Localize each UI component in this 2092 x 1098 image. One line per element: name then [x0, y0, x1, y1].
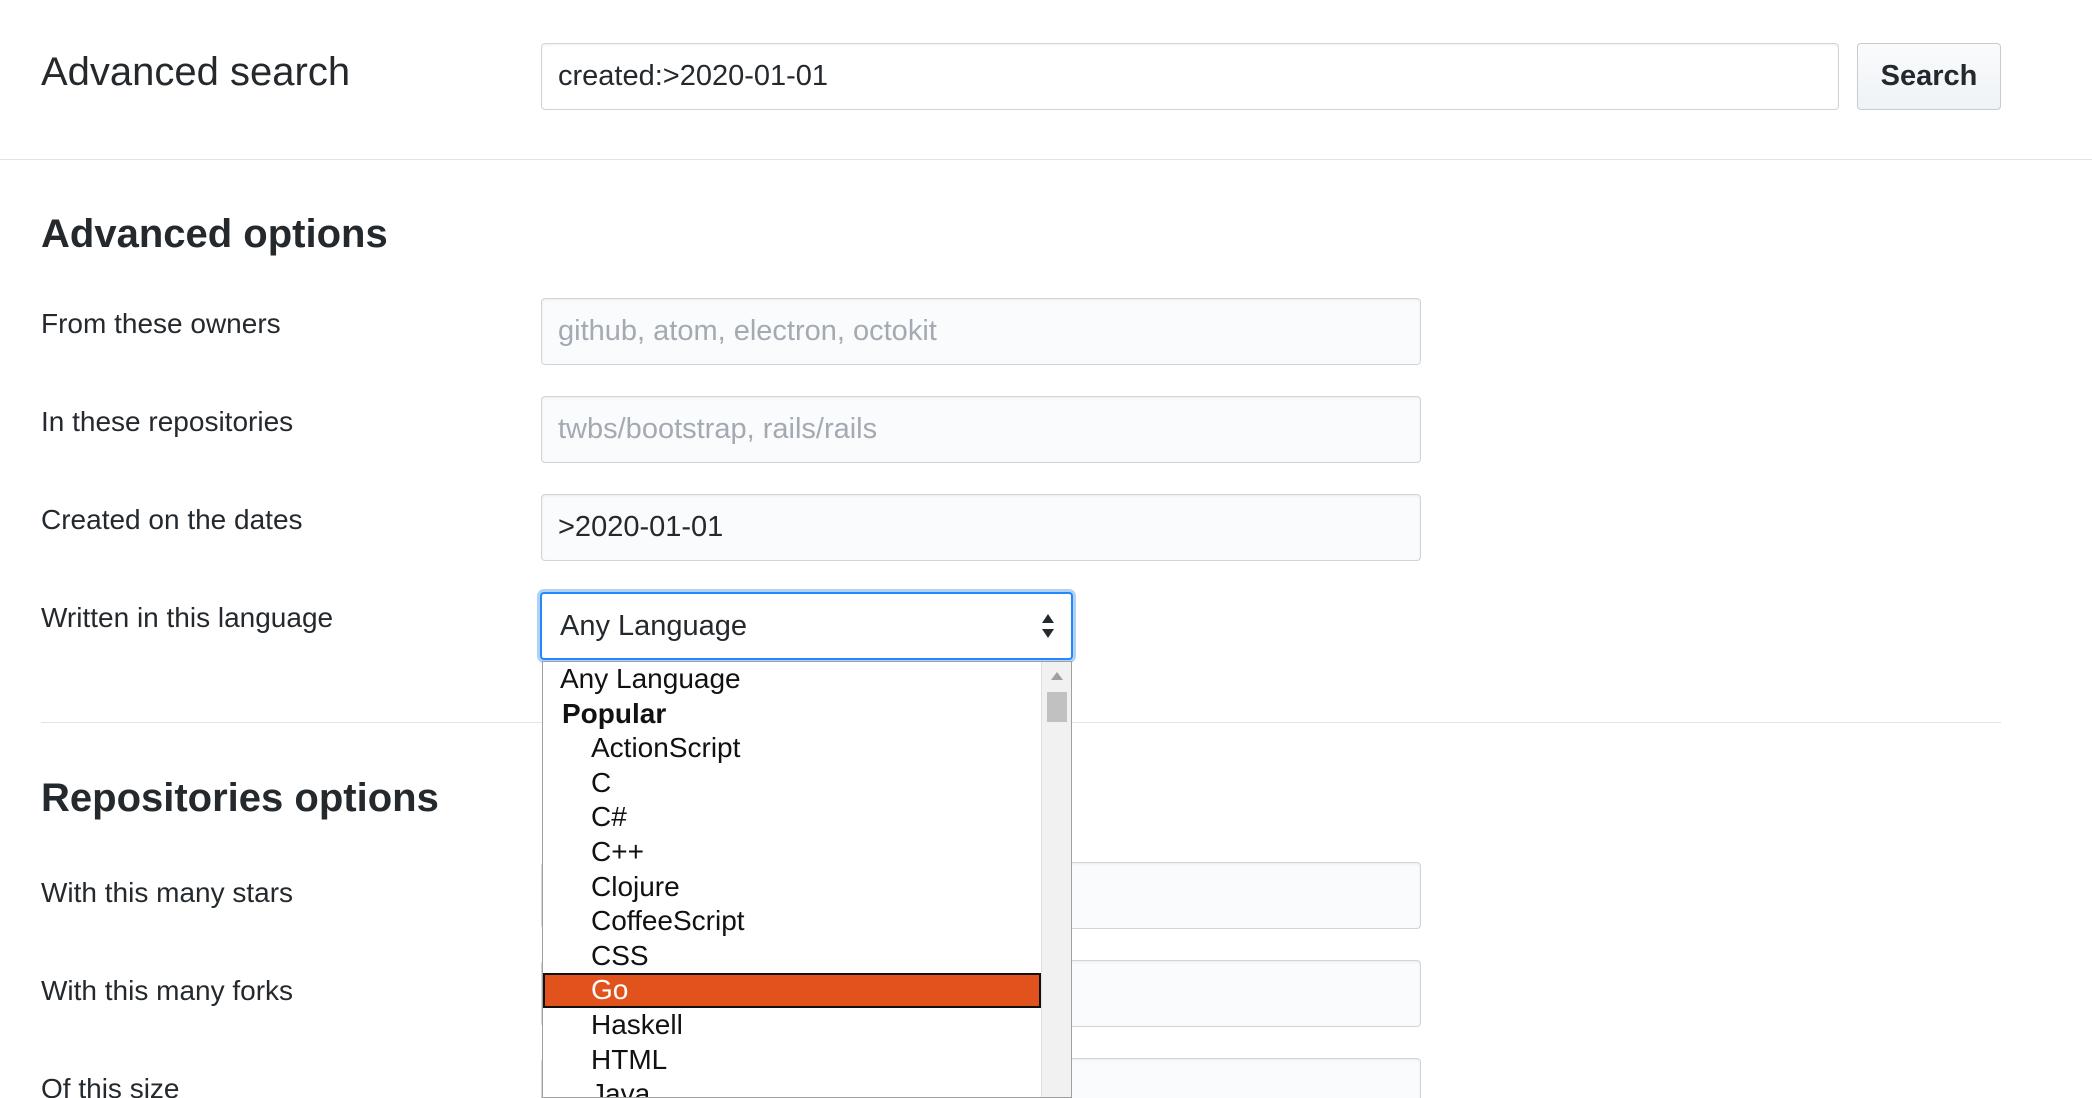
option-language-highlighted[interactable]: Go — [543, 973, 1041, 1008]
search-header: Advanced search Search — [0, 0, 2092, 160]
option-language[interactable]: C++ — [543, 835, 1041, 870]
repositories-input[interactable] — [541, 396, 1421, 463]
option-language[interactable]: ActionScript — [543, 731, 1041, 766]
option-group-popular: Popular — [562, 697, 667, 729]
option-language[interactable]: CoffeeScript — [543, 904, 1041, 939]
advanced-options-title: Advanced options — [41, 212, 388, 256]
language-dropdown-list[interactable]: Any Language Popular ActionScript C C# C… — [542, 661, 1072, 1098]
dates-label: Created on the dates — [41, 504, 303, 535]
scroll-up-arrow-icon[interactable] — [1042, 662, 1071, 690]
option-any-language[interactable]: Any Language — [543, 662, 1041, 697]
owners-input[interactable] — [541, 298, 1421, 365]
option-language[interactable]: HTML — [543, 1043, 1041, 1078]
language-select-value: Any Language — [560, 609, 748, 642]
size-label: Of this size — [41, 1073, 180, 1098]
language-select[interactable]: Any Language — [540, 592, 1073, 660]
option-language[interactable]: Haskell — [543, 1008, 1041, 1043]
repositories-options-title: Repositories options — [41, 776, 439, 820]
select-arrows-icon — [1042, 614, 1054, 638]
stars-label: With this many stars — [41, 877, 294, 908]
owners-label: From these owners — [41, 308, 281, 339]
search-input[interactable] — [541, 43, 1839, 110]
search-button[interactable]: Search — [1857, 43, 2001, 110]
option-language[interactable]: Clojure — [543, 870, 1041, 905]
repositories-label: In these repositories — [41, 406, 294, 437]
option-language[interactable]: CSS — [543, 939, 1041, 974]
option-language[interactable]: C# — [543, 800, 1041, 835]
language-label: Written in this language — [41, 602, 334, 633]
forks-label: With this many forks — [41, 975, 294, 1006]
dates-input[interactable] — [541, 494, 1421, 561]
language-options: Any Language Popular ActionScript C C# C… — [543, 662, 1041, 1097]
option-language[interactable]: C — [543, 766, 1041, 801]
option-language[interactable]: Java — [543, 1077, 1041, 1097]
page-title: Advanced search — [41, 50, 351, 94]
dropdown-scrollbar[interactable] — [1041, 662, 1071, 1097]
scroll-thumb[interactable] — [1047, 692, 1067, 722]
